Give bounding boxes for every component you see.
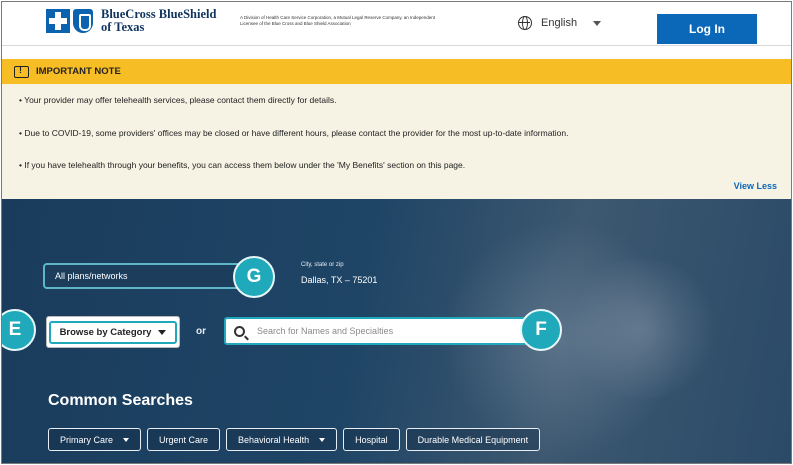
alert-message-icon [14, 65, 29, 78]
chip-label: Primary Care [60, 434, 114, 445]
language-selector[interactable]: English [518, 16, 602, 30]
login-button[interactable]: Log In [657, 14, 757, 44]
callout-badge-e: E [2, 309, 36, 351]
common-searches-chips: Primary Care Urgent Care Behavioral Heal… [48, 428, 546, 451]
common-searches-heading: Common Searches [48, 392, 193, 409]
important-note-title: IMPORTANT NOTE [36, 66, 121, 77]
globe-icon [518, 16, 532, 30]
location-value[interactable]: Dallas, TX – 75201 [301, 275, 377, 285]
language-label: English [541, 17, 578, 29]
browse-by-category-button[interactable]: Browse by Category [46, 316, 180, 348]
search-box[interactable] [224, 317, 544, 345]
note-line: • If you have telehealth through your be… [19, 160, 466, 170]
search-hero: All plans/networks G City, state or zip … [2, 199, 791, 463]
callout-badge-f: F [520, 309, 562, 351]
or-separator: or [196, 326, 206, 337]
blue-cross-icon [46, 9, 70, 33]
search-input[interactable] [257, 326, 507, 336]
chip-primary-care[interactable]: Primary Care [48, 428, 142, 451]
chevron-down-icon [319, 437, 326, 442]
location-label: City, state or zip [301, 262, 344, 268]
view-less-link[interactable]: View Less [734, 181, 777, 191]
note-line: • Due to COVID-19, some providers' offic… [19, 128, 569, 138]
brand-name-line2: of Texas [101, 20, 145, 34]
chip-urgent-care[interactable]: Urgent Care [147, 428, 221, 451]
brand-disclaimer: A Division of Health Care Service Corpor… [240, 15, 436, 26]
chip-behavioral-health[interactable]: Behavioral Health [226, 428, 338, 451]
chip-label: Durable Medical Equipment [417, 434, 529, 445]
browse-by-category-label-box: Browse by Category [48, 320, 178, 344]
blue-shield-icon [73, 9, 93, 33]
chip-label: Behavioral Health [238, 434, 310, 445]
callout-badge-g: G [233, 256, 275, 298]
chip-label: Hospital [355, 434, 388, 445]
chevron-down-icon [593, 20, 602, 26]
browse-by-category-label: Browse by Category [59, 326, 152, 338]
important-note-body: • Your provider may offer telehealth ser… [2, 84, 791, 199]
chevron-down-icon [158, 329, 167, 335]
page-frame: BlueCross BlueShield of Texas A Division… [1, 1, 792, 464]
brand-name: BlueCross BlueShield of Texas [101, 8, 216, 34]
hero-background-image [562, 259, 722, 399]
search-icon [234, 325, 245, 337]
chip-durable-medical-equipment[interactable]: Durable Medical Equipment [405, 428, 541, 451]
brand-logo[interactable]: BlueCross BlueShield of Texas [46, 8, 216, 34]
site-header: BlueCross BlueShield of Texas A Division… [2, 2, 791, 46]
plans-networks-select[interactable]: All plans/networks [43, 263, 243, 289]
important-note-header: IMPORTANT NOTE [2, 59, 791, 84]
note-line: • Your provider may offer telehealth ser… [19, 95, 337, 105]
chevron-down-icon [123, 437, 130, 442]
chip-label: Urgent Care [159, 434, 209, 445]
chip-hospital[interactable]: Hospital [343, 428, 400, 451]
